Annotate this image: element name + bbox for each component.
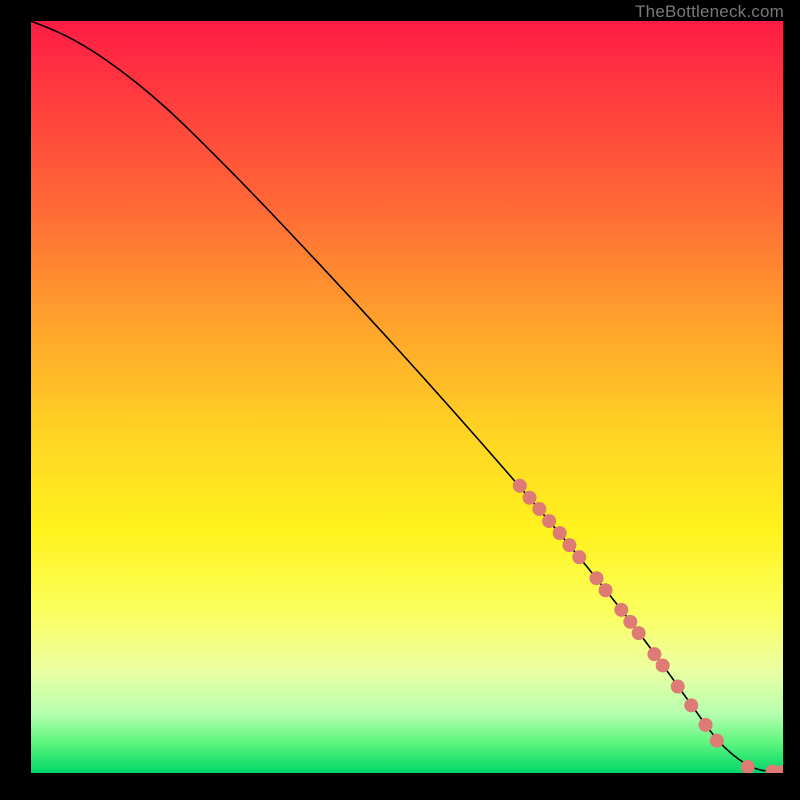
- marker-dot: [599, 583, 613, 597]
- plot-area: [31, 21, 783, 773]
- marker-dot: [532, 502, 546, 516]
- marker-dot: [623, 615, 637, 629]
- watermark-text: TheBottleneck.com: [635, 2, 784, 22]
- marker-dot: [647, 647, 661, 661]
- marker-dot: [523, 491, 537, 505]
- marker-dot: [542, 514, 556, 528]
- marker-dot: [632, 626, 646, 640]
- marker-dot: [671, 680, 685, 694]
- marker-dot: [562, 538, 576, 552]
- marker-dot: [656, 658, 670, 672]
- marker-dot: [614, 603, 628, 617]
- marker-dot: [513, 479, 527, 493]
- marker-dot: [684, 698, 698, 712]
- chart-frame: TheBottleneck.com: [0, 0, 800, 800]
- curve-line: [31, 21, 783, 772]
- marker-group: [513, 479, 783, 773]
- marker-dot: [572, 550, 586, 564]
- marker-dot: [710, 734, 724, 748]
- marker-dot: [553, 526, 567, 540]
- chart-svg: [31, 21, 783, 773]
- marker-dot: [590, 571, 604, 585]
- marker-dot: [699, 718, 713, 732]
